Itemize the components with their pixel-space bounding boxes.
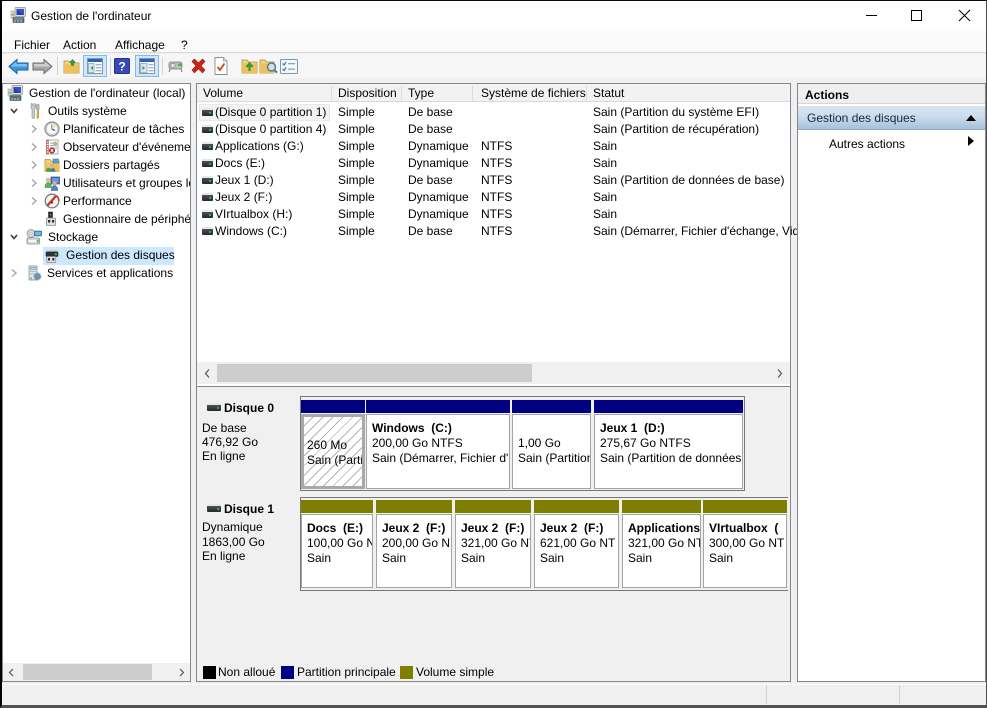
svg-text:?: ?	[118, 60, 125, 74]
